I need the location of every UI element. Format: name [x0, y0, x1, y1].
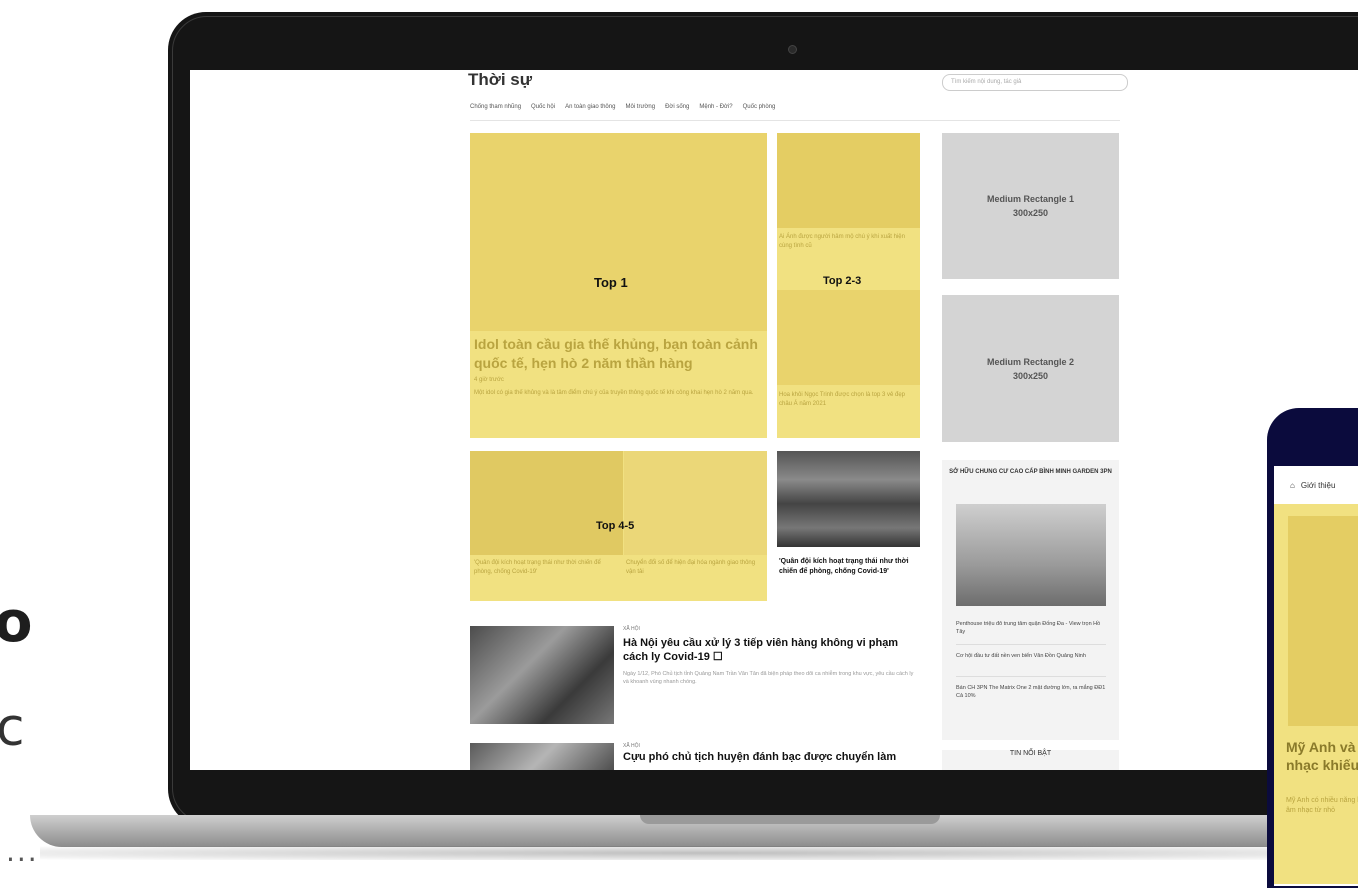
news-card[interactable]: 'Quân đội kích hoạt trạng thái như thời … [777, 451, 920, 601]
subnav-item[interactable]: Quốc hội [531, 104, 555, 110]
news-thumbnail[interactable] [470, 743, 614, 770]
news-category[interactable]: XÃ HỘI [623, 743, 640, 749]
cropped-text-char: c [0, 698, 25, 758]
top4-title[interactable]: 'Quân đội kích hoạt trạng thái như thời … [474, 559, 614, 577]
divider [956, 676, 1106, 677]
promo-item[interactable]: Bán CH 3PN The Matrix One 2 mặt đường lớ… [956, 684, 1106, 700]
top1-label: Top 1 [594, 275, 628, 290]
cropped-ellipsis: ... [6, 835, 39, 868]
camera-icon [788, 45, 797, 54]
phone-screen: ⌂ Giới thiệu Mỹ Anh và nhạc khiếu Mỹ Anh… [1274, 466, 1358, 886]
laptop-shadow [40, 846, 1358, 860]
ad2-size: 300x250 [1012, 370, 1049, 381]
top2-image[interactable] [777, 133, 920, 228]
promo-image[interactable] [956, 504, 1106, 606]
top4-image[interactable] [470, 451, 623, 555]
top45-label: Top 4-5 [596, 520, 635, 532]
subnav: Chống tham nhũng Quốc hội An toàn giao t… [470, 104, 775, 110]
news-thumbnail[interactable] [470, 626, 614, 724]
laptop-screen: Thời sự Tìm kiếm nội dung, tác giả Chống… [190, 70, 1358, 770]
subnav-item[interactable]: Chống tham nhũng [470, 104, 521, 110]
ad-medium-rectangle-1[interactable]: Medium Rectangle 1 300x250 [942, 133, 1119, 279]
promo-box: SỞ HỮU CHUNG CƯ CAO CẤP BÌNH MINH GARDEN… [942, 460, 1119, 740]
phone-headline[interactable]: Mỹ Anh và nhạc khiếu [1286, 738, 1358, 774]
section-title[interactable]: Thời sự [468, 70, 532, 90]
top45-slot[interactable]: Top 4-5 'Quân đội kích hoạt trạng thái n… [470, 451, 767, 601]
promo-title[interactable]: SỞ HỮU CHUNG CƯ CAO CẤP BÌNH MINH GARDEN… [948, 468, 1113, 477]
news-item[interactable]: XÃ HỘI Hà Nội yêu cầu xử lý 3 tiếp viên … [470, 626, 930, 726]
phone-hero-image[interactable] [1288, 516, 1358, 726]
news-card-title[interactable]: 'Quân đội kích hoạt trạng thái như thời … [779, 557, 919, 577]
subnav-item[interactable]: Đời sống [665, 104, 689, 110]
ad1-name: Medium Rectangle 1 [986, 194, 1075, 204]
phone-nav-bar: ⌂ Giới thiệu [1274, 466, 1358, 504]
news-headline[interactable]: Cựu phó chủ tịch huyện đánh bạc được chu… [623, 750, 923, 764]
home-icon[interactable]: ⌂ [1290, 481, 1295, 490]
top1-sapo: Một idol có gia thế khủng và là tâm điểm… [474, 390, 754, 396]
phone-nav-label[interactable]: Giới thiệu [1301, 481, 1336, 490]
top1-headline[interactable]: Idol toàn cầu gia thế khủng, bạn toàn cả… [474, 335, 759, 373]
top1-meta: 4 giờ trước [474, 377, 504, 383]
cropped-heading-char: o [0, 590, 33, 655]
ad1-size: 300x250 [1012, 208, 1049, 218]
subnav-item[interactable]: Mệnh - Đời? [699, 104, 732, 110]
ad-medium-rectangle-2[interactable]: Medium Rectangle 2 300x250 [942, 295, 1119, 442]
news-headline[interactable]: Hà Nội yêu cầu xử lý 3 tiếp viên hàng kh… [623, 636, 923, 664]
top2-title[interactable]: Ai Ánh được người hâm mộ chú ý khi xuất … [779, 233, 917, 251]
top5-image[interactable] [624, 451, 767, 555]
ad2-name: Medium Rectangle 2 [986, 356, 1075, 367]
top1-slot[interactable]: Top 1 Idol toàn cầu gia thế khủng, bạn t… [470, 133, 767, 438]
news-sapo: Ngày 1/12, Phó Chủ tịch tỉnh Quảng Nam T… [623, 671, 914, 685]
hot-news-heading: TIN NỔI BẬT [942, 750, 1119, 770]
divider [956, 644, 1106, 645]
subnav-item[interactable]: Quốc phòng [743, 104, 776, 110]
news-card-image[interactable] [777, 451, 920, 547]
news-category[interactable]: XÃ HỘI [623, 626, 640, 632]
top1-image[interactable] [470, 133, 767, 331]
top5-title[interactable]: Chuyển đổi số để hiện đại hóa ngành giao… [626, 559, 764, 577]
top3-image[interactable] [777, 290, 920, 385]
subnav-item[interactable]: Môi trường [625, 104, 655, 110]
top23-slot[interactable]: Ai Ánh được người hâm mộ chú ý khi xuất … [777, 133, 920, 438]
top3-title[interactable]: Hoa khôi Ngọc Trinh được chọn là top 3 v… [779, 391, 917, 409]
news-item[interactable]: XÃ HỘI Cựu phó chủ tịch huyện đánh bạc đ… [470, 743, 930, 770]
subnav-item[interactable]: An toàn giao thông [565, 104, 615, 110]
search-input[interactable]: Tìm kiếm nội dung, tác giả [942, 74, 1128, 91]
divider [470, 120, 1120, 121]
laptop-notch [640, 815, 940, 824]
promo-item[interactable]: Penthouse triệu đô trung tâm quận Đống Đ… [956, 620, 1106, 636]
top23-label: Top 2-3 [823, 275, 862, 287]
phone-sapo: Mỹ Anh có nhiều năng khiếu âm nhạc từ nh… [1286, 797, 1358, 814]
promo-item[interactable]: Cơ hội đầu tư đất nền ven biển Vân Đồn Q… [956, 652, 1106, 660]
